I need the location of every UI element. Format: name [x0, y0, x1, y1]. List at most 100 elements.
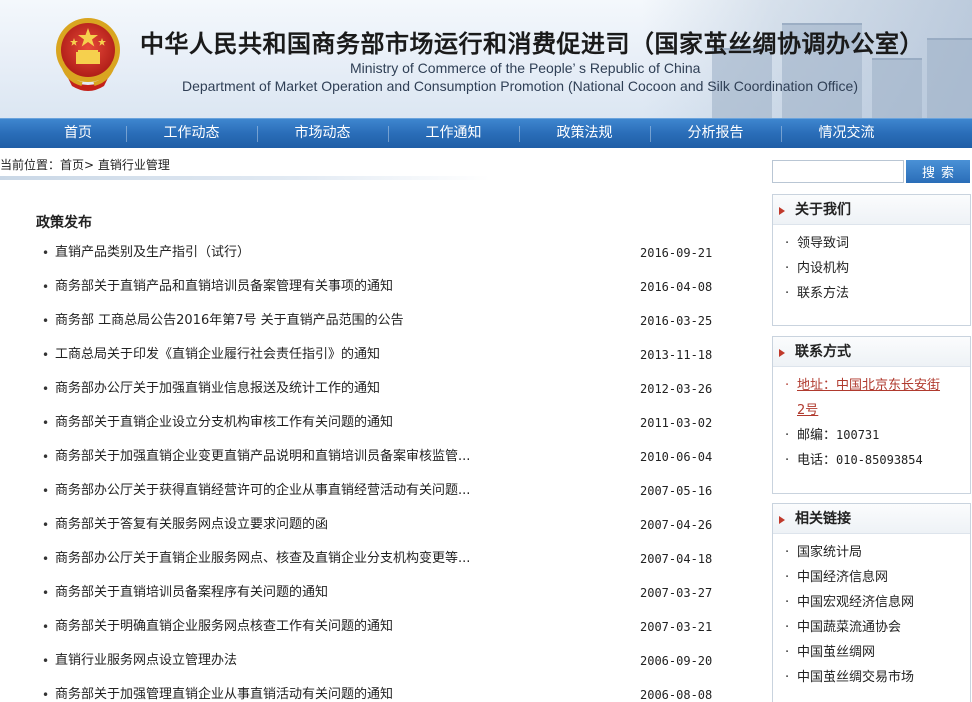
about-panel-header: 关于我们 [773, 195, 970, 225]
breadcrumb: 当前位置：首页> 直销行业管理 [0, 158, 170, 172]
nav-item-work-notices[interactable]: 工作通知 [388, 119, 519, 149]
article-date: 2007-05-16 [640, 484, 713, 498]
related-link[interactable]: · 中国宏观经济信息网 [785, 590, 970, 615]
list-item[interactable]: • 商务部关于直销产品和直销培训员备案管理有关事项的通知 2016-04-08 [42, 274, 722, 308]
bullet-icon: • [42, 586, 50, 600]
breadcrumb-divider [0, 176, 490, 180]
list-item[interactable]: • 商务部关于加强管理直销企业从事直销活动有关问题的通知 2006-08-08 [42, 682, 722, 702]
bullet-icon: • [42, 484, 50, 498]
arrow-right-icon [779, 207, 785, 215]
bullet-icon: · [785, 595, 790, 610]
bullet-icon: · [785, 545, 790, 560]
list-item[interactable]: • 商务部关于明确直销企业服务网点核查工作有关问题的通知 2007-03-21 [42, 614, 722, 648]
bullet-icon: · [785, 570, 790, 585]
article-date: 2011-03-02 [640, 416, 713, 430]
site-title-cn: 中华人民共和国商务部市场运行和消费促进司（国家茧丝绸协调办公室） [140, 30, 924, 58]
list-item[interactable]: • 工商总局关于印发《直销企业履行社会责任指引》的通知 2013-11-18 [42, 342, 722, 376]
contact-panel-title: 联系方式 [795, 344, 851, 360]
section-title: 政策发布 [36, 215, 92, 231]
site-title-en-ministry: Ministry of Commerce of the People’ s Re… [350, 60, 701, 76]
article-date: 2012-03-26 [640, 382, 713, 396]
nav-item-exchanges[interactable]: 情况交流 [781, 119, 912, 149]
article-title[interactable]: 商务部办公厅关于获得直销经营许可的企业从事直销经营活动有关问题... [55, 478, 470, 504]
article-title[interactable]: 商务部关于加强管理直销企业从事直销活动有关问题的通知 [55, 682, 393, 702]
bullet-icon: • [42, 348, 50, 362]
main-nav: 首页 工作动态 市场动态 工作通知 政策法规 分析报告 情况交流 [0, 118, 972, 148]
arrow-right-icon [779, 349, 785, 357]
list-item[interactable]: • 商务部办公厅关于获得直销经营许可的企业从事直销经营活动有关问题... 2007-… [42, 478, 722, 512]
national-emblem-icon [56, 18, 120, 91]
about-panel: 关于我们 · 领导致词 · 内设机构 · 联系方法 [772, 194, 971, 326]
about-link-leader-speech[interactable]: · 领导致词 [785, 231, 970, 256]
arrow-right-icon [779, 516, 785, 524]
contact-panel: 联系方式 · 地址：中国北京东长安街 2号 · 邮编：100731 · 电话：010-… [772, 336, 971, 494]
article-title[interactable]: 商务部关于直销培训员备案程序有关问题的通知 [55, 580, 328, 606]
bullet-icon: · [785, 670, 790, 685]
article-title[interactable]: 商务部关于答复有关服务网点设立要求问题的函 [55, 512, 328, 538]
bullet-icon: • [42, 382, 50, 396]
nav-item-market-news[interactable]: 市场动态 [257, 119, 388, 149]
article-title[interactable]: 商务部关于加强直销企业变更直销产品说明和直销培训员备案审核监管... [55, 444, 470, 470]
list-item[interactable]: • 商务部关于直销企业设立分支机构审核工作有关问题的通知 2011-03-02 [42, 410, 722, 444]
related-links-panel-title: 相关链接 [795, 511, 851, 527]
related-link[interactable]: · 中国茧丝绸网 [785, 640, 970, 665]
nav-item-work-news[interactable]: 工作动态 [126, 119, 257, 149]
list-item[interactable]: • 商务部办公厅关于直销企业服务网点、核查及直销企业分支机构变更等... 2007-… [42, 546, 722, 580]
bullet-icon: · [785, 645, 790, 660]
article-title[interactable]: 直销行业服务网点设立管理办法 [55, 648, 237, 674]
article-title[interactable]: 商务部关于直销产品和直销培训员备案管理有关事项的通知 [55, 274, 393, 300]
list-item[interactable]: • 商务部办公厅关于加强直销业信息报送及统计工作的通知 2012-03-26 [42, 376, 722, 410]
article-title[interactable]: 商务部办公厅关于直销企业服务网点、核查及直销企业分支机构变更等... [55, 546, 470, 572]
contact-panel-header: 联系方式 [773, 337, 970, 367]
related-link[interactable]: · 中国蔬菜流通协会 [785, 615, 970, 640]
article-date: 2016-09-21 [640, 246, 713, 260]
bullet-icon: • [42, 654, 50, 668]
list-item[interactable]: • 商务部关于直销培训员备案程序有关问题的通知 2007-03-27 [42, 580, 722, 614]
article-date: 2007-03-27 [640, 586, 713, 600]
related-links-panel: 相关链接 · 国家统计局 · 中国经济信息网 · 中国宏观经济信息网 · 中国蔬菜流通协… [772, 503, 971, 702]
related-link[interactable]: · 中国经济信息网 [785, 565, 970, 590]
search-input[interactable] [772, 160, 904, 183]
contact-phone: · 电话：010-85093854 [785, 448, 970, 473]
about-link-contact-method[interactable]: · 联系方法 [785, 281, 970, 306]
article-title[interactable]: 商务部关于直销企业设立分支机构审核工作有关问题的通知 [55, 410, 393, 436]
article-title[interactable]: 工商总局关于印发《直销企业履行社会责任指引》的通知 [55, 342, 380, 368]
related-link[interactable]: · 中国茧丝绸交易市场 [785, 665, 970, 690]
article-title[interactable]: 商务部关于明确直销企业服务网点核查工作有关问题的通知 [55, 614, 393, 640]
nav-item-policies[interactable]: 政策法规 [519, 119, 650, 149]
bullet-icon: • [42, 416, 50, 430]
bullet-icon: · [785, 286, 790, 301]
search-button[interactable]: 搜索 [906, 160, 970, 183]
bullet-icon: • [42, 620, 50, 634]
nav-item-analysis-reports[interactable]: 分析报告 [650, 119, 781, 149]
contact-postcode: · 邮编：100731 [785, 423, 970, 448]
list-item[interactable]: • 商务部关于答复有关服务网点设立要求问题的函 2007-04-26 [42, 512, 722, 546]
bullet-icon: • [42, 518, 50, 532]
article-date: 2006-09-20 [640, 654, 713, 668]
related-link[interactable]: · 国家统计局 [785, 540, 970, 565]
contact-address[interactable]: · 地址：中国北京东长安街 [785, 373, 970, 398]
bullet-icon: · [785, 620, 790, 635]
article-date: 2010-06-04 [640, 450, 713, 464]
article-date: 2007-04-18 [640, 552, 713, 566]
bullet-icon: • [42, 688, 50, 702]
article-date: 2016-03-25 [640, 314, 713, 328]
article-title[interactable]: 商务部 工商总局公告2016年第7号 关于直销产品范围的公告 [55, 308, 404, 334]
list-item[interactable]: • 直销产品类别及生产指引（试行） 2016-09-21 [42, 240, 722, 274]
list-item[interactable]: • 直销行业服务网点设立管理办法 2006-09-20 [42, 648, 722, 682]
list-item[interactable]: • 商务部关于加强直销企业变更直销产品说明和直销培训员备案审核监管... 2010-… [42, 444, 722, 478]
nav-item-home[interactable]: 首页 [0, 119, 126, 149]
list-item[interactable]: • 商务部 工商总局公告2016年第7号 关于直销产品范围的公告 2016-03-2… [42, 308, 722, 342]
bullet-icon: • [42, 450, 50, 464]
bullet-icon: · [785, 453, 790, 468]
bullet-icon: • [42, 280, 50, 294]
article-date: 2007-04-26 [640, 518, 713, 532]
bullet-icon: · [785, 261, 790, 276]
site-title-en-department: Department of Market Operation and Consu… [182, 78, 858, 94]
site-header: 中华人民共和国商务部市场运行和消费促进司（国家茧丝绸协调办公室） Ministr… [0, 0, 972, 118]
about-link-departments[interactable]: · 内设机构 [785, 256, 970, 281]
article-title[interactable]: 直销产品类别及生产指引（试行） [55, 240, 250, 266]
article-title[interactable]: 商务部办公厅关于加强直销业信息报送及统计工作的通知 [55, 376, 380, 402]
about-panel-title: 关于我们 [795, 202, 851, 218]
contact-address-line2[interactable]: 2号 [785, 398, 970, 423]
